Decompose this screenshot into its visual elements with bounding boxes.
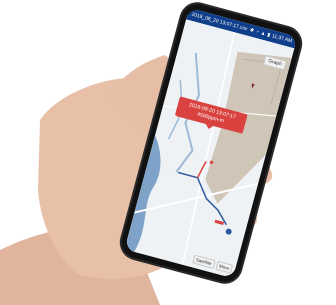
scene: 2018_08_20 13:07:17.csv ✱ ◔ ▲ ▮ 11:37 AM bbox=[0, 0, 336, 305]
